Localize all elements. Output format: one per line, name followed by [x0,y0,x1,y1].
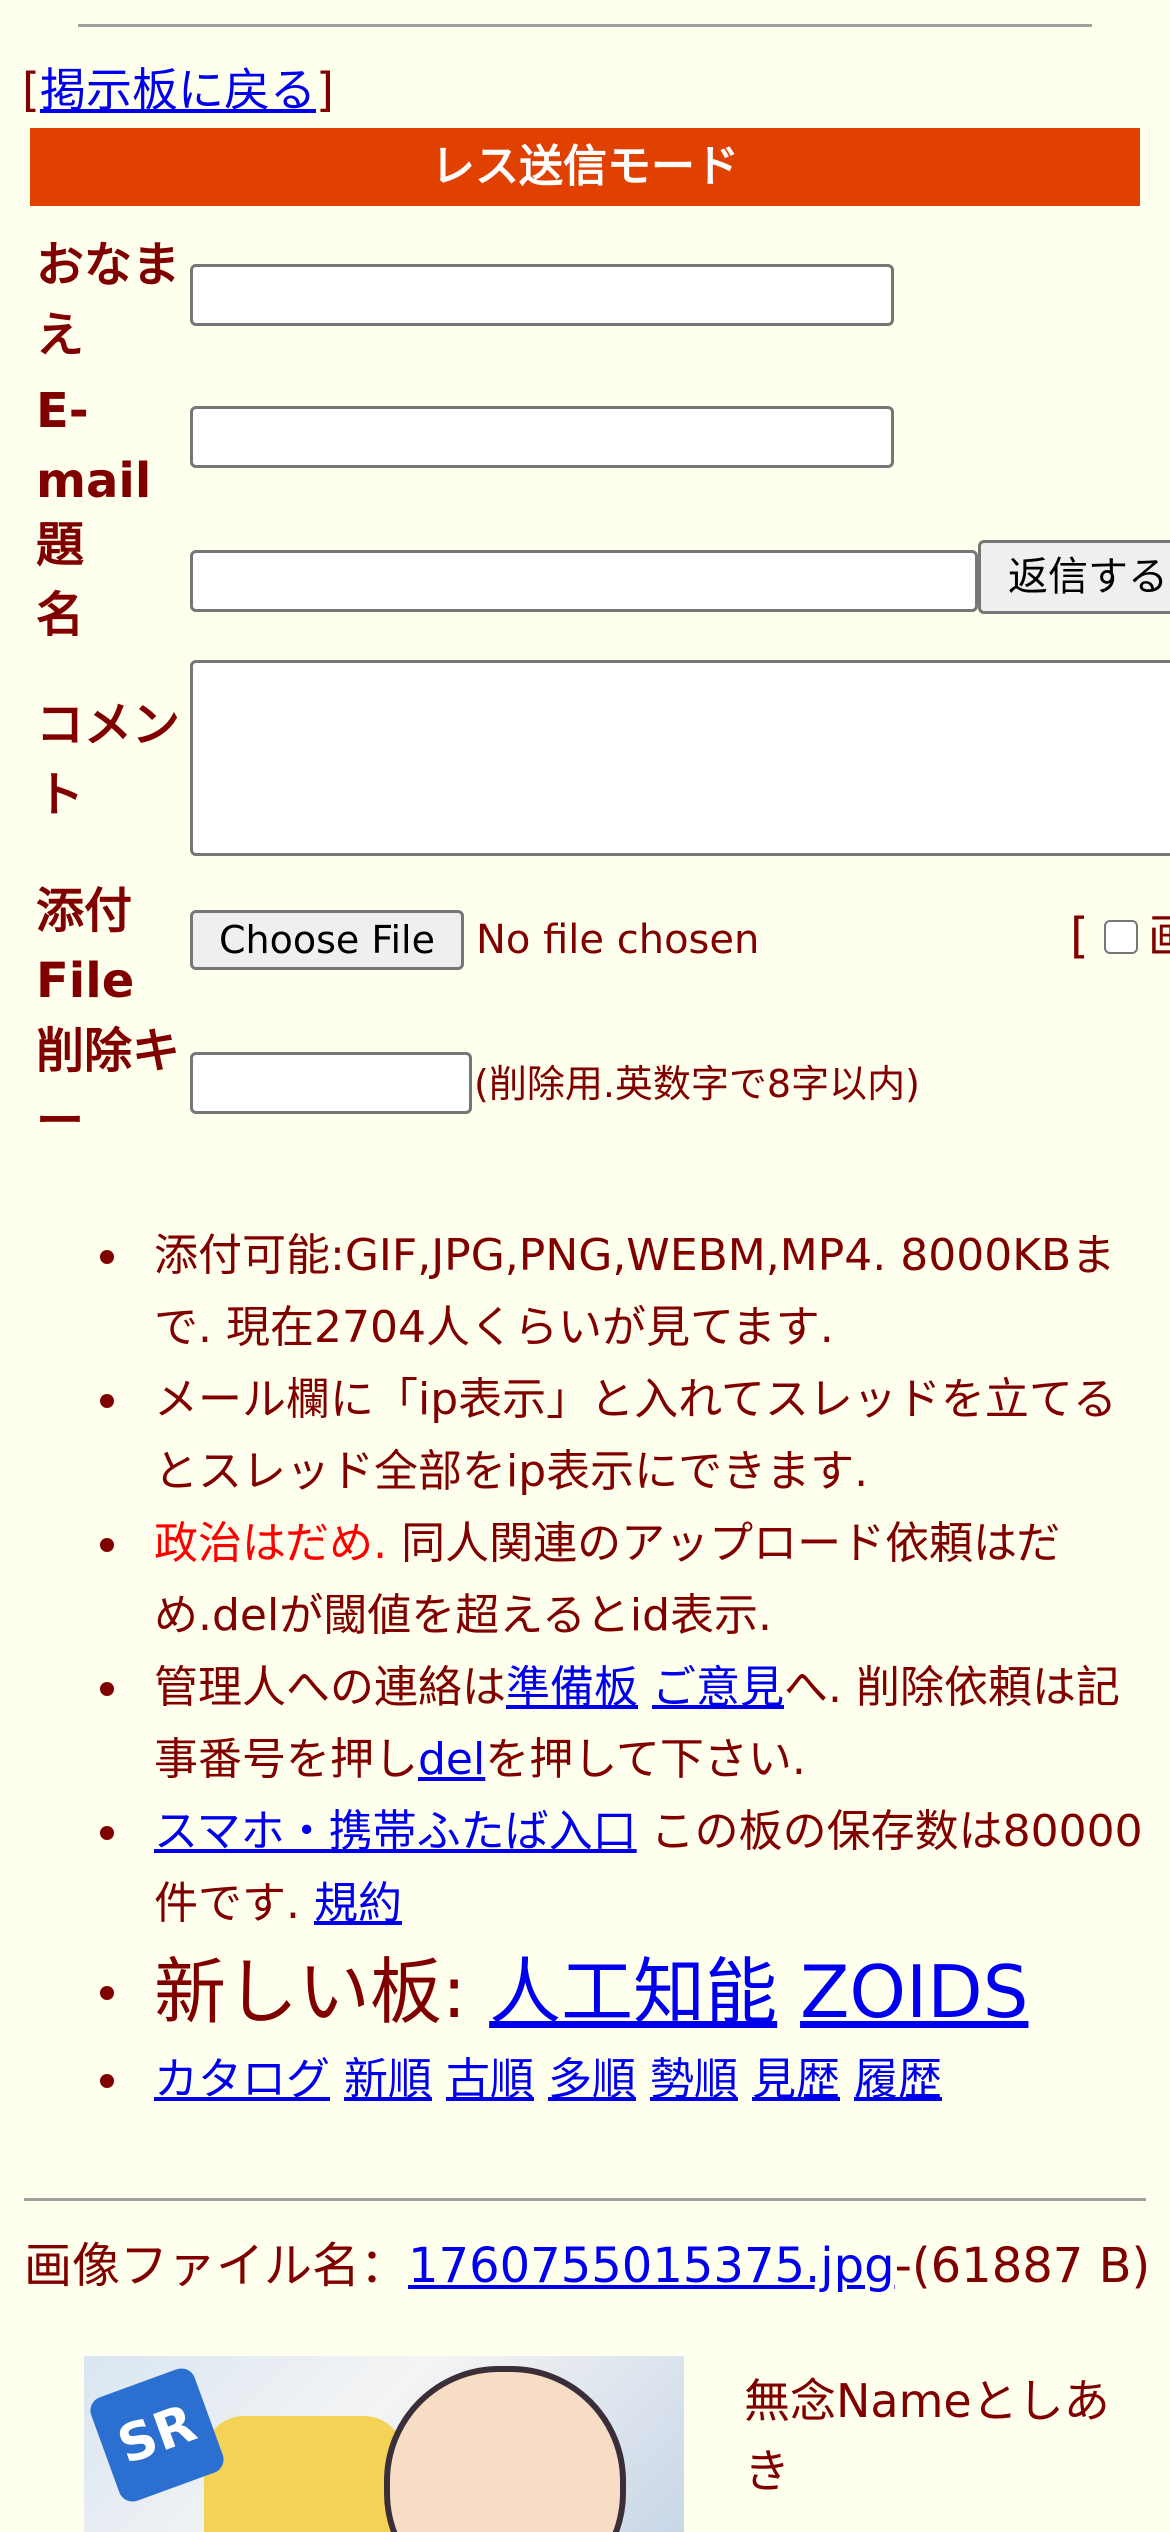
sort-momentum-link[interactable]: 勢順 [650,2054,738,2105]
email-label: E-mail [36,383,152,509]
file-size: -(61887 B) [894,2238,1151,2294]
file-label: 添付File [36,883,135,1009]
back-to-board-link[interactable]: 掲示板に戻る [40,63,316,117]
rule-text: 新しい板: [154,1950,490,2034]
bullet [100,1538,114,1552]
rule-text: 管理人への連絡は [154,1662,506,1713]
bullet [100,2074,114,2088]
catalog-link[interactable]: カタログ [154,2054,330,2105]
file-prefix: 画像ファイル名： [24,2238,409,2294]
rule-contact: 管理人への連絡は準備板 ご意見へ. 削除依頼は記事番号を押しdelを押して下さい… [60,1652,1150,1796]
bullet [100,1826,114,1840]
bullet [100,1394,114,1408]
no-file-text: No file chosen [476,917,760,963]
name-label: おなまえ [36,237,181,363]
bullet [100,1250,114,1264]
bullet [100,1986,114,2000]
rule-sort-links: カタログ 新順 古順 多順 勢順 見歴 履歴 [60,2044,1150,2116]
post-thumbnail-image[interactable]: SR [84,2356,684,2532]
bracket-close: ] [315,63,334,117]
sort-new-link[interactable]: 新順 [344,2054,432,2105]
prep-board-link[interactable]: 準備板 [506,1662,638,1713]
image-file-info: 画像ファイル名：1760755015375.jpg-(61887 B) [24,2236,1154,2296]
rule-text: を押して下さい. [485,1734,806,1785]
delete-key-input[interactable] [190,1052,472,1114]
delkey-note: (削除用.英数字で8字以内) [474,1062,920,1106]
history-link[interactable]: 履歴 [854,2054,942,2105]
del-link[interactable]: del [418,1734,485,1785]
email-input[interactable] [190,406,894,468]
sort-many-link[interactable]: 多順 [548,2054,636,2105]
choose-file-button[interactable]: Choose File [190,910,464,970]
viewed-history-link[interactable]: 見歴 [752,2054,840,2105]
ai-board-link[interactable]: 人工知能 [489,1950,777,2034]
thumbnail-figure [204,2416,404,2532]
thumbnail-character-face [384,2366,626,2532]
top-divider [78,24,1092,27]
thread-divider [24,2198,1146,2201]
rule-warning: 政治はだめ. [154,1518,388,1569]
sort-old-link[interactable]: 古順 [446,2054,534,2105]
reply-submit-button[interactable]: 返信する [978,540,1170,614]
comment-textarea[interactable] [190,660,1170,856]
image-only-checkbox[interactable] [1104,920,1138,954]
bracket-open: [ [22,63,40,117]
feedback-link[interactable]: ご意見 [652,1662,784,1713]
rule-text: メール欄に「ip表示」と入れてスレッドを立てるとスレッド全部をip表示にできます… [154,1374,1117,1497]
mobile-entrance-link[interactable]: スマホ・携帯ふたば入口 [154,1806,637,1857]
file-extra-text: 画 [1148,908,1170,964]
rule-politics: 政治はだめ. 同人関連のアップロード依頼はだめ.delが閾値を超えるとid表示. [60,1508,1150,1652]
rule-mobile: スマホ・携帯ふたば入口 この板の保存数は80000件です. 規約 [60,1796,1150,1940]
file-extra-bracket: [ [1070,908,1089,964]
subject-input[interactable] [190,550,978,612]
rules-list: 添付可能:GIF,JPG,PNG,WEBM,MP4. 8000KBまで. 現在2… [60,1220,1150,2116]
rule-ip-display: メール欄に「ip表示」と入れてスレッドを立てるとスレッド全部をip表示にできます… [60,1364,1150,1508]
rule-text: 添付可能:GIF,JPG,PNG,WEBM,MP4. 8000KBまで. 現在2… [154,1230,1116,1353]
bullet [100,1682,114,1696]
terms-link[interactable]: 規約 [314,1878,402,1929]
image-file-link[interactable]: 1760755015375.jpg [408,2238,895,2294]
comment-label: コメント [36,697,181,823]
back-nav: [掲示板に戻る] [22,60,334,120]
rule-new-boards: 新しい板: 人工知能 ZOIDS [60,1940,1150,2044]
name-input[interactable] [190,264,894,326]
rule-attachments: 添付可能:GIF,JPG,PNG,WEBM,MP4. 8000KBまで. 現在2… [60,1220,1150,1364]
poster-name: 無念Nameとしあき [744,2374,1110,2498]
reply-mode-banner: レス送信モード [30,128,1140,206]
subject-label: 題名 [36,517,85,643]
zoids-board-link[interactable]: ZOIDS [800,1950,1028,2034]
delkey-label: 削除キー [36,1023,181,1149]
